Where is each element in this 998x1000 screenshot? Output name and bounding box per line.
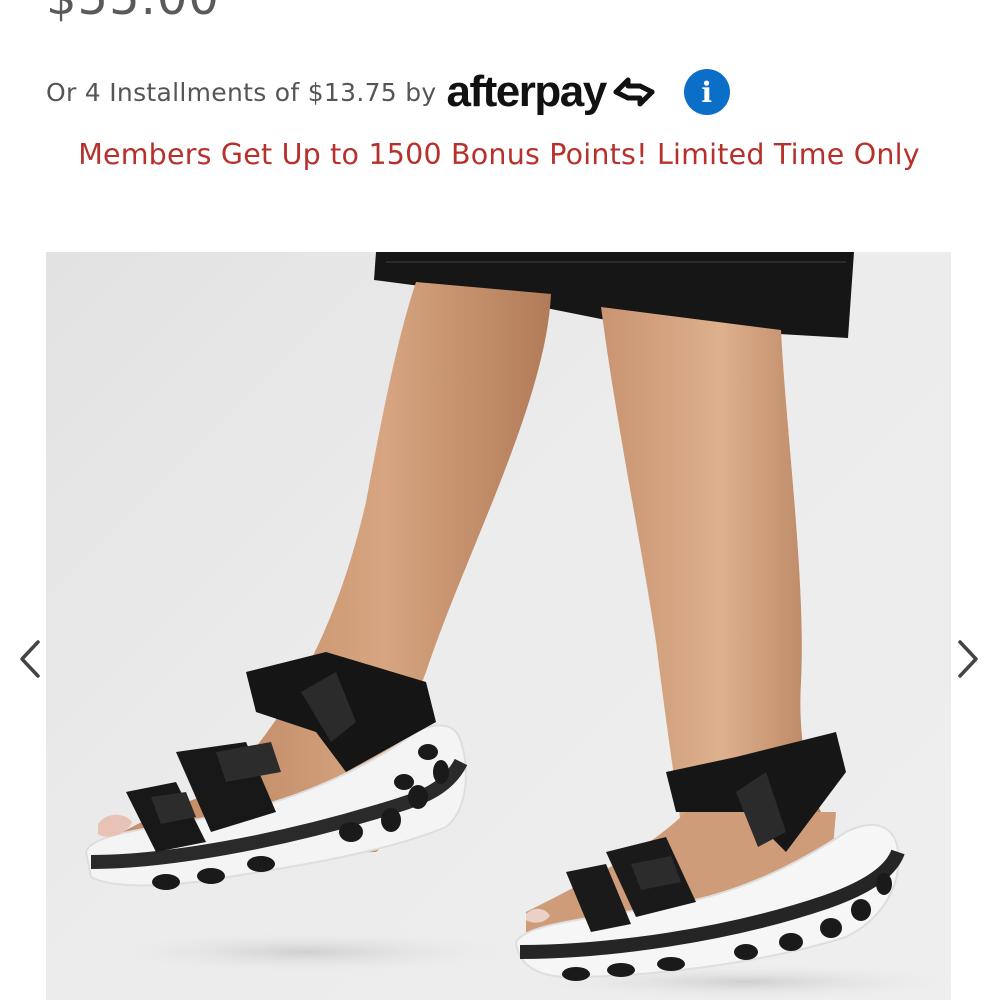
left-sandal bbox=[84, 652, 468, 890]
afterpay-arrows-icon bbox=[613, 77, 655, 107]
chevron-left-icon bbox=[20, 640, 40, 678]
product-image bbox=[46, 252, 951, 1000]
installments-text: Or 4 Installments of $13.75 by bbox=[46, 77, 437, 107]
gallery-prev-button[interactable] bbox=[10, 636, 50, 682]
installments-row: Or 4 Installments of $13.75 by afterpay … bbox=[46, 62, 730, 122]
afterpay-wordmark: afterpay bbox=[446, 67, 608, 116]
afterpay-logo: afterpay bbox=[447, 67, 660, 117]
promo-banner: Members Get Up to 1500 Bonus Points! Lim… bbox=[78, 138, 920, 171]
product-page: $55.00 Or 4 Installments of $13.75 by af… bbox=[0, 0, 998, 1000]
chevron-right-icon bbox=[958, 640, 978, 678]
gallery-next-button[interactable] bbox=[948, 636, 988, 682]
product-price: $55.00 bbox=[46, 0, 220, 26]
sandal-photo bbox=[84, 252, 951, 1000]
info-icon[interactable]: i bbox=[683, 69, 730, 115]
